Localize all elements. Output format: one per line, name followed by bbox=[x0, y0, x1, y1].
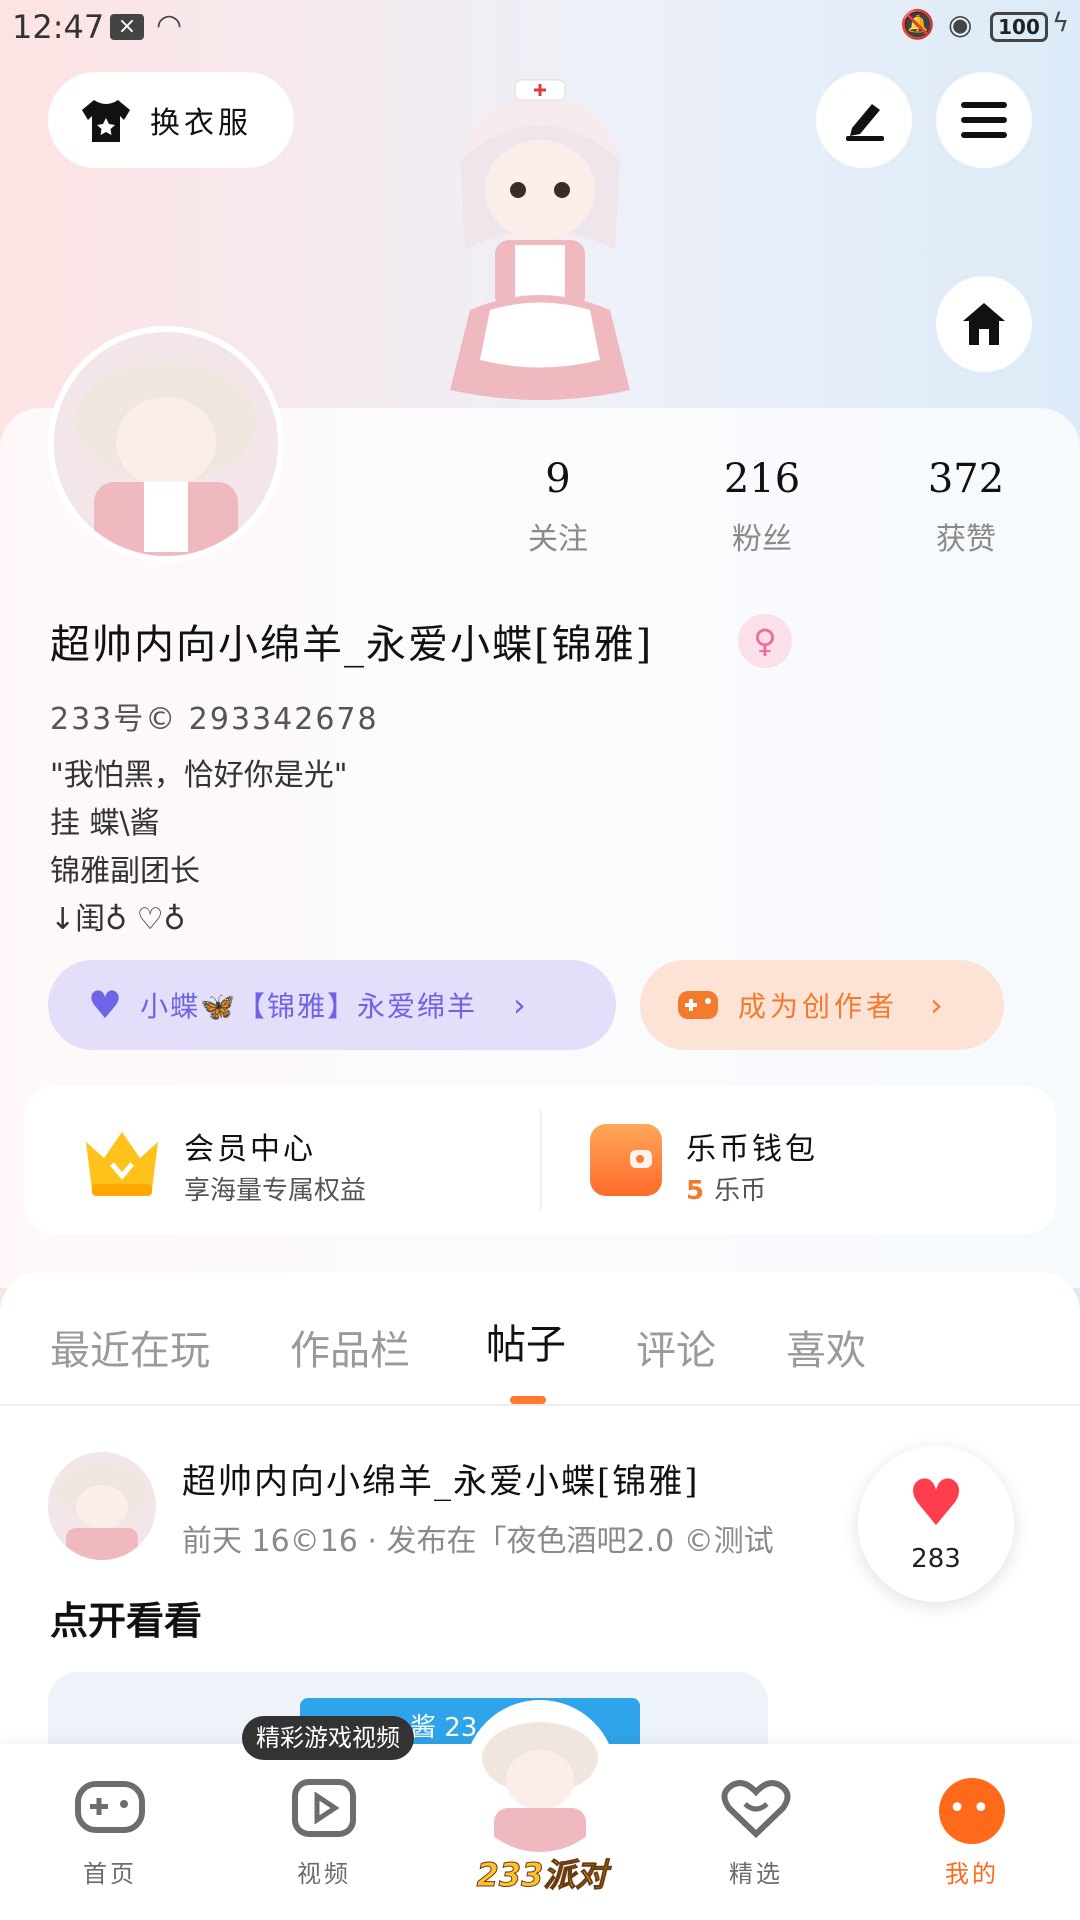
shirt-icon bbox=[78, 96, 134, 144]
team-label: 小蝶🦋【锦雅】永爱绵羊 bbox=[140, 990, 477, 1023]
vip-center-title[interactable]: 会员中心 bbox=[184, 1124, 316, 1168]
like-count: 283 bbox=[911, 1544, 961, 1574]
following-count: 9 bbox=[545, 456, 571, 502]
edit-profile-button[interactable] bbox=[816, 72, 912, 168]
wifi-icon: ◠ bbox=[156, 8, 183, 43]
wallet-unit: 乐币 bbox=[714, 1176, 767, 1206]
team-button[interactable]: ♥ 小蝶🦋【锦雅】永爱绵羊 › bbox=[48, 960, 616, 1050]
stat-following[interactable]: 9 关注 bbox=[478, 456, 638, 558]
wallet-icon[interactable] bbox=[590, 1124, 662, 1196]
heart-icon: ♥ bbox=[88, 983, 123, 1027]
tab-works[interactable]: 作品栏 bbox=[290, 1318, 410, 1376]
house-icon bbox=[963, 303, 1005, 345]
become-creator-button[interactable]: 成为创作者 › bbox=[640, 960, 1004, 1050]
vip-center-subtitle: 享海量专属权益 bbox=[184, 1176, 367, 1206]
video-tooltip: 精彩游戏视频 bbox=[242, 1716, 414, 1760]
nav-featured[interactable]: 精选 bbox=[686, 1778, 826, 1889]
likes-count: 372 bbox=[927, 456, 1005, 502]
bio: "我怕黑，恰好你是光" 挂 蝶\酱 锦雅副团长 ↓闺♁ ♡♁ bbox=[50, 752, 348, 944]
status-time: 12:47 bbox=[12, 8, 105, 46]
post-author-avatar[interactable] bbox=[48, 1452, 156, 1560]
wallet-title[interactable]: 乐币钱包 bbox=[686, 1124, 818, 1168]
charging-icon: ϟ bbox=[1052, 8, 1070, 38]
username: 超帅内向小绵羊_永爱小蝶[锦雅] bbox=[50, 622, 654, 668]
divider bbox=[540, 1110, 542, 1210]
post-title[interactable]: 点开看看 bbox=[50, 1590, 202, 1645]
hamburger-icon bbox=[961, 102, 1007, 138]
gender-female-icon: ♀ bbox=[738, 614, 792, 668]
battery-icon: 100 bbox=[990, 12, 1048, 42]
play-icon bbox=[254, 1778, 394, 1844]
tab-posts[interactable]: 帖子 bbox=[486, 1312, 566, 1370]
like-button[interactable]: ♥ 283 bbox=[858, 1446, 1014, 1602]
heart-icon: ♥ bbox=[907, 1467, 965, 1541]
gamepad-icon bbox=[678, 991, 718, 1019]
chevron-right-icon: › bbox=[930, 986, 943, 1024]
tab-likes[interactable]: 喜欢 bbox=[786, 1318, 866, 1376]
avatar-image bbox=[54, 332, 278, 556]
heart-outline-icon bbox=[686, 1778, 826, 1844]
bio-line: ↓闺♁ ♡♁ bbox=[50, 902, 186, 937]
nav-featured-label: 精选 bbox=[729, 1860, 783, 1888]
pencil-icon bbox=[846, 104, 884, 141]
wallet-amount: 5 bbox=[686, 1176, 705, 1206]
tab-comments[interactable]: 评论 bbox=[636, 1318, 716, 1376]
profile-tabs: 最近在玩 作品栏 帖子 评论 喜欢 bbox=[0, 1300, 1080, 1400]
menu-button[interactable] bbox=[936, 72, 1032, 168]
change-outfit-label: 换衣服 bbox=[150, 106, 252, 141]
nav-home[interactable]: 首页 bbox=[40, 1778, 180, 1889]
change-outfit-button[interactable]: 换衣服 bbox=[48, 72, 294, 168]
bio-line: "我怕黑，恰好你是光" bbox=[50, 758, 348, 793]
post-meta: 前天 16©16 · 发布在「夜色酒吧2.0 ©测试 bbox=[182, 1524, 774, 1559]
divider bbox=[0, 1404, 1080, 1406]
chevron-right-icon: › bbox=[512, 986, 526, 1024]
stat-fans[interactable]: 216 粉丝 bbox=[682, 456, 842, 558]
party-center-button[interactable] bbox=[464, 1700, 616, 1852]
home-scene-button[interactable] bbox=[936, 276, 1032, 372]
following-label: 关注 bbox=[528, 522, 588, 557]
become-creator-label: 成为创作者 bbox=[738, 990, 899, 1023]
avatar[interactable] bbox=[48, 326, 284, 562]
tab-recent-play[interactable]: 最近在玩 bbox=[50, 1318, 210, 1376]
bio-line: 锦雅副团长 bbox=[50, 854, 200, 889]
character-avatar-3d[interactable] bbox=[400, 60, 680, 410]
wallet-balance: 5 乐币 bbox=[686, 1170, 766, 1207]
fans-label: 粉丝 bbox=[732, 522, 792, 557]
nav-home-label: 首页 bbox=[83, 1860, 137, 1888]
post-author-name[interactable]: 超帅内向小绵羊_永爱小蝶[锦雅] bbox=[182, 1454, 700, 1503]
nav-video-label: 视频 bbox=[297, 1860, 351, 1888]
face-icon: •• bbox=[902, 1778, 1042, 1844]
stat-likes[interactable]: 372 获赞 bbox=[886, 456, 1046, 558]
nav-mine-label: 我的 bbox=[945, 1860, 999, 1888]
fans-count: 216 bbox=[723, 456, 801, 502]
user-id[interactable]: 233号© 293342678 bbox=[50, 694, 379, 738]
bell-muted-icon: 🔕 bbox=[900, 8, 935, 41]
gamepad-icon bbox=[40, 1778, 180, 1844]
party-logo: 233派对 bbox=[476, 1856, 608, 1895]
nav-mine[interactable]: •• 我的 bbox=[902, 1778, 1042, 1889]
nav-video[interactable]: 视频 bbox=[254, 1778, 394, 1889]
likes-label: 获赞 bbox=[936, 522, 996, 557]
crown-icon[interactable] bbox=[80, 1124, 164, 1200]
rotation-lock-icon: ◉ bbox=[948, 8, 973, 41]
tab-indicator bbox=[510, 1396, 546, 1404]
notification-x-icon: × bbox=[110, 14, 144, 40]
bio-line: 挂 蝶\酱 bbox=[50, 806, 160, 841]
